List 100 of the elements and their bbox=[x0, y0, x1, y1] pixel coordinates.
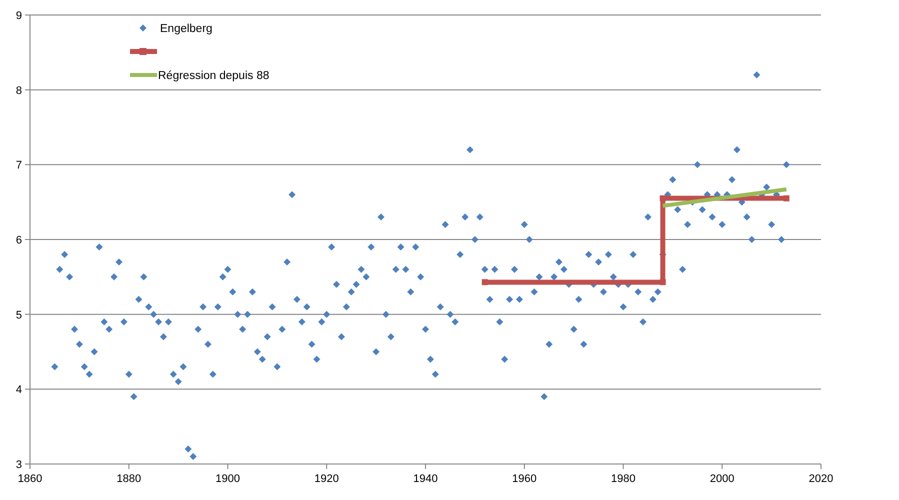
y-tick-label: 6 bbox=[16, 234, 22, 246]
data-point bbox=[328, 243, 336, 250]
data-point bbox=[520, 221, 528, 228]
data-point bbox=[372, 348, 380, 356]
data-point bbox=[214, 303, 222, 310]
data-point bbox=[90, 348, 98, 356]
data-point bbox=[748, 236, 756, 243]
data-point bbox=[724, 191, 731, 198]
data-point bbox=[476, 214, 484, 221]
data-point bbox=[530, 288, 538, 296]
data-point bbox=[140, 273, 148, 280]
data-point bbox=[580, 340, 588, 348]
data-point bbox=[244, 310, 252, 318]
data-point bbox=[303, 303, 310, 310]
data-point bbox=[209, 370, 216, 378]
data-point bbox=[644, 214, 652, 221]
x-tick-label: 2000 bbox=[710, 473, 734, 485]
y-tick-label: 9 bbox=[16, 10, 22, 22]
data-point bbox=[402, 266, 410, 273]
data-point bbox=[684, 221, 692, 228]
data-point bbox=[239, 326, 246, 333]
data-point bbox=[491, 266, 498, 273]
data-point bbox=[733, 146, 740, 154]
data-point bbox=[570, 326, 578, 333]
data-point bbox=[575, 296, 582, 303]
data-point bbox=[634, 288, 642, 296]
data-point bbox=[234, 310, 242, 318]
data-point bbox=[71, 326, 78, 333]
data-point bbox=[496, 318, 504, 326]
data-point bbox=[313, 356, 320, 363]
data-point bbox=[268, 303, 276, 310]
data-point bbox=[436, 303, 444, 310]
data-point bbox=[718, 221, 726, 228]
y-tick-label: 5 bbox=[16, 309, 22, 322]
data-point bbox=[392, 266, 400, 273]
data-point bbox=[293, 296, 300, 303]
data-point bbox=[714, 191, 721, 198]
data-point bbox=[96, 243, 103, 250]
data-point bbox=[694, 161, 701, 168]
data-point bbox=[387, 333, 394, 340]
data-point bbox=[743, 214, 750, 221]
data-point bbox=[782, 161, 790, 168]
data-point bbox=[120, 318, 128, 326]
legend-line-icon bbox=[130, 48, 157, 55]
data-point bbox=[308, 340, 316, 348]
y-tick-label: 3 bbox=[16, 459, 22, 471]
x-tick-label: 1960 bbox=[512, 473, 537, 485]
data-point bbox=[130, 393, 138, 400]
data-point bbox=[164, 318, 172, 326]
data-point bbox=[248, 288, 256, 296]
data-point bbox=[516, 296, 523, 303]
data-point bbox=[442, 221, 449, 228]
data-point bbox=[600, 288, 607, 296]
data-point bbox=[506, 296, 514, 303]
data-point bbox=[536, 273, 543, 280]
data-point bbox=[407, 288, 414, 296]
data-point bbox=[773, 191, 780, 198]
data-point bbox=[640, 318, 647, 326]
data-point bbox=[432, 370, 439, 378]
data-point bbox=[585, 250, 592, 258]
data-point bbox=[753, 71, 760, 78]
data-point bbox=[412, 243, 420, 250]
data-point bbox=[288, 191, 296, 198]
data-point bbox=[669, 176, 676, 184]
data-point bbox=[116, 258, 122, 266]
data-point bbox=[456, 250, 464, 258]
data-point bbox=[135, 296, 142, 303]
data-point bbox=[382, 310, 390, 318]
data-point bbox=[76, 340, 83, 348]
data-point bbox=[462, 214, 469, 221]
data-point bbox=[620, 303, 627, 310]
y-tick-label: 8 bbox=[16, 84, 22, 97]
legend-line-icon bbox=[130, 73, 157, 77]
data-point bbox=[546, 340, 553, 348]
data-point bbox=[338, 333, 345, 340]
data-point bbox=[526, 236, 533, 243]
data-point bbox=[486, 296, 494, 303]
data-point bbox=[298, 318, 306, 326]
data-point bbox=[698, 206, 706, 214]
legend-label: Engelberg bbox=[160, 23, 212, 35]
data-point bbox=[674, 206, 682, 214]
data-point bbox=[342, 303, 350, 310]
data-point bbox=[422, 326, 429, 333]
data-point bbox=[679, 266, 686, 273]
data-point bbox=[510, 266, 518, 273]
data-point bbox=[229, 288, 236, 296]
data-point bbox=[180, 363, 187, 370]
data-point bbox=[204, 340, 212, 348]
data-point bbox=[768, 221, 776, 228]
data-point bbox=[728, 176, 736, 184]
data-point bbox=[471, 236, 478, 243]
data-point bbox=[368, 243, 375, 250]
x-tick-label: 1980 bbox=[611, 473, 636, 485]
x-tick-label: 1880 bbox=[116, 473, 142, 485]
data-point bbox=[778, 236, 785, 243]
data-point bbox=[160, 333, 167, 340]
data-point bbox=[501, 356, 508, 363]
data-point bbox=[378, 214, 384, 221]
data-point bbox=[738, 198, 746, 206]
x-tick-label: 1940 bbox=[413, 473, 438, 485]
